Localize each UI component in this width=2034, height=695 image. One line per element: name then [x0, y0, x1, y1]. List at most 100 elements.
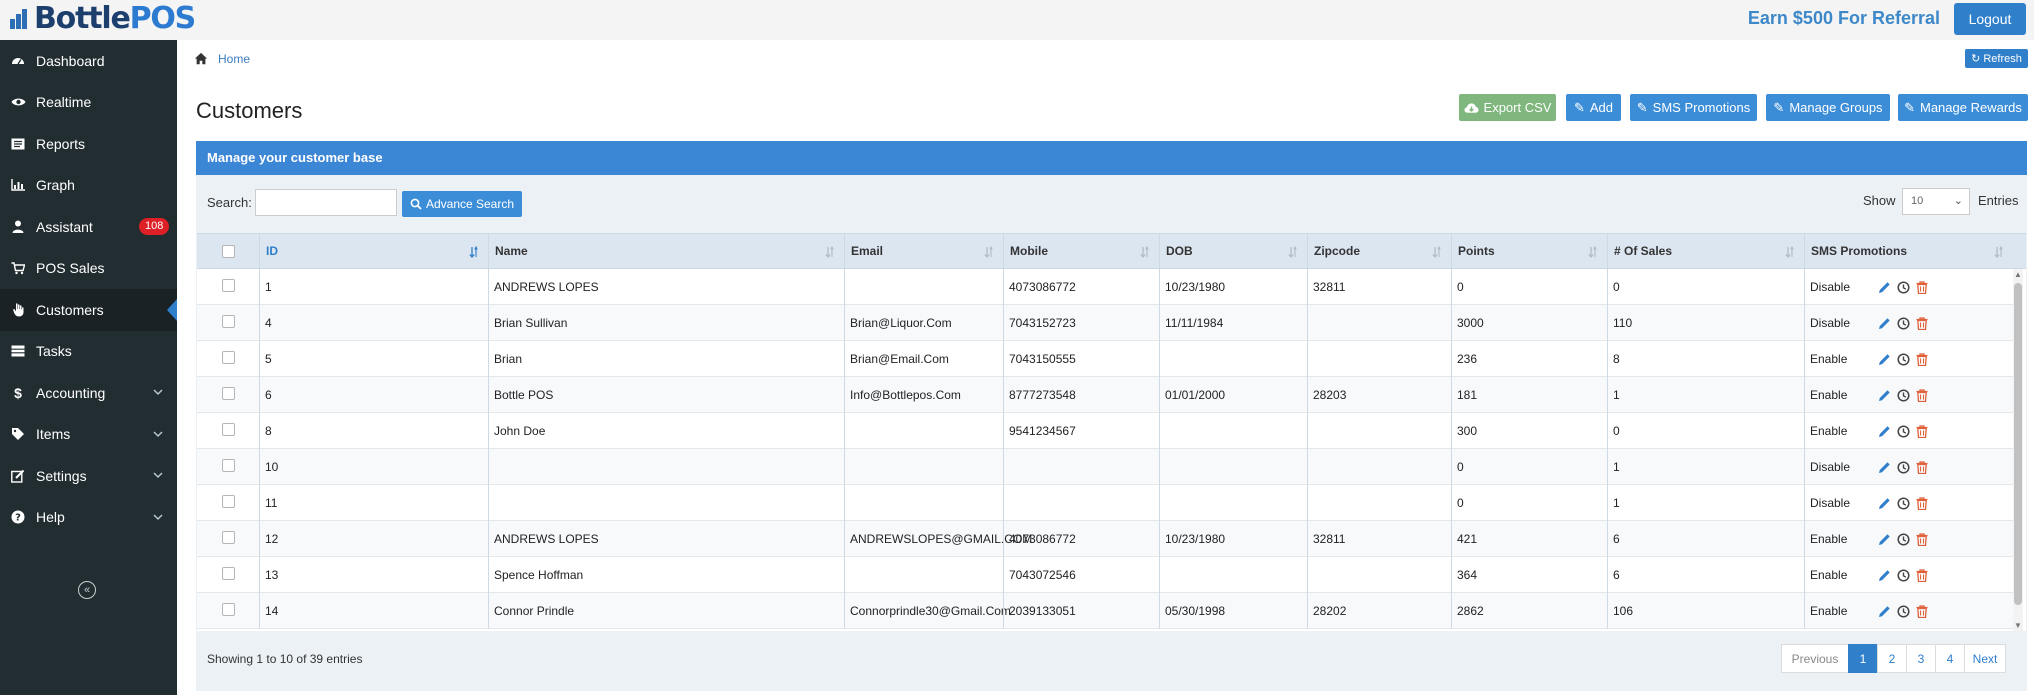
delete-trash-icon[interactable] — [1915, 316, 1929, 330]
table-row[interactable]: 12 ANDREWS LOPES ANDREWSLOPES@GMAIL.COM 407… — [197, 521, 2013, 557]
edit-pencil-icon[interactable] — [1877, 568, 1891, 582]
sidebar-item-pos-sales[interactable]: POS Sales — [0, 248, 177, 290]
column-header-mobile[interactable]: Mobile — [1003, 234, 1159, 269]
page-button-1[interactable]: 1 — [1848, 644, 1878, 673]
select-all-checkbox[interactable] — [222, 245, 235, 258]
delete-trash-icon[interactable] — [1915, 496, 1929, 510]
edit-pencil-icon[interactable] — [1877, 316, 1891, 330]
column-header-id[interactable]: ID — [259, 234, 488, 269]
page-button-2[interactable]: 2 — [1877, 644, 1907, 673]
scroll-thumb[interactable] — [2014, 283, 2022, 605]
referral-link[interactable]: Earn $500 For Referral — [1748, 7, 1940, 29]
table-row[interactable]: 6 Bottle POS Info@Bottlepos.Com 8777273548 0… — [197, 377, 2013, 413]
sidebar-item-accounting[interactable]: $ Accounting — [0, 372, 177, 414]
column-header-sms-promotions[interactable]: SMS Promotions — [1804, 234, 2013, 269]
page-button-4[interactable]: 4 — [1935, 644, 1965, 673]
sms-promotions-button[interactable]: ✎ SMS Promotions — [1630, 94, 1757, 121]
history-clock-icon[interactable] — [1896, 280, 1910, 294]
edit-pencil-icon[interactable] — [1877, 280, 1891, 294]
edit-pencil-icon[interactable] — [1877, 388, 1891, 402]
column-header-points[interactable]: Points — [1451, 234, 1607, 269]
sort-icon[interactable] — [984, 245, 995, 261]
delete-trash-icon[interactable] — [1915, 568, 1929, 582]
add-customer-button[interactable]: ✎ Add — [1566, 94, 1621, 121]
sort-icon[interactable] — [1288, 245, 1299, 261]
edit-pencil-icon[interactable] — [1877, 532, 1891, 546]
table-row[interactable]: 5 Brian Brian@Email.Com 7043150555 236 8 Enabl… — [197, 341, 2013, 377]
scroll-up-icon[interactable]: ▲ — [2014, 270, 2022, 279]
delete-trash-icon[interactable] — [1915, 280, 1929, 294]
delete-trash-icon[interactable] — [1915, 532, 1929, 546]
sidebar-item-reports[interactable]: Reports — [0, 123, 177, 165]
logo[interactable]: BottlePOS — [10, 2, 196, 36]
edit-pencil-icon[interactable] — [1877, 352, 1891, 366]
previous-page-button[interactable]: Previous — [1781, 644, 1849, 673]
sort-icon[interactable] — [1432, 245, 1443, 261]
table-row[interactable]: 8 John Doe 9541234567 300 0 Enable — [197, 413, 2013, 449]
sidebar-item-settings[interactable]: Settings — [0, 455, 177, 497]
collapse-sidebar-icon[interactable]: « — [78, 581, 96, 599]
sidebar-item-realtime[interactable]: Realtime — [0, 82, 177, 124]
scroll-down-icon[interactable]: ▼ — [2014, 621, 2022, 630]
edit-pencil-icon[interactable] — [1877, 424, 1891, 438]
history-clock-icon[interactable] — [1896, 532, 1910, 546]
row-checkbox[interactable] — [222, 315, 235, 328]
table-row[interactable]: 14 Connor Prindle Connorprindle30@Gmail.Co… — [197, 593, 2013, 629]
column-header-email[interactable]: Email — [844, 234, 1003, 269]
sort-icon[interactable] — [1588, 245, 1599, 261]
history-clock-icon[interactable] — [1896, 388, 1910, 402]
sort-icon[interactable] — [1785, 245, 1796, 261]
export-csv-button[interactable]: Export CSV — [1459, 94, 1556, 121]
sidebar-item-assistant[interactable]: Assistant 108 — [0, 206, 177, 248]
column-header-dob[interactable]: DOB — [1159, 234, 1307, 269]
edit-pencil-icon[interactable] — [1877, 604, 1891, 618]
history-clock-icon[interactable] — [1896, 568, 1910, 582]
column-header-sales[interactable]: # Of Sales — [1607, 234, 1804, 269]
sidebar-item-tasks[interactable]: Tasks — [0, 331, 177, 373]
sort-icon[interactable] — [825, 245, 836, 261]
table-row[interactable]: 10 0 1 Disable — [197, 449, 2013, 485]
delete-trash-icon[interactable] — [1915, 352, 1929, 366]
table-row[interactable]: 11 0 1 Disable — [197, 485, 2013, 521]
row-checkbox[interactable] — [222, 387, 235, 400]
sidebar-item-dashboard[interactable]: Dashboard — [0, 40, 177, 82]
sort-icon[interactable] — [1994, 245, 2005, 261]
row-checkbox[interactable] — [222, 423, 235, 436]
sort-icon[interactable] — [1140, 245, 1151, 261]
history-clock-icon[interactable] — [1896, 604, 1910, 618]
history-clock-icon[interactable] — [1896, 316, 1910, 330]
column-header-zipcode[interactable]: Zipcode — [1307, 234, 1451, 269]
table-row[interactable]: 1 ANDREWS LOPES 4073086772 10/23/1980 32811 0… — [197, 269, 2013, 305]
table-row[interactable]: 13 Spence Hoffman 7043072546 364 6 Enable — [197, 557, 2013, 593]
logout-button[interactable]: Logout — [1954, 3, 2026, 35]
next-page-button[interactable]: Next — [1964, 644, 2006, 673]
history-clock-icon[interactable] — [1896, 460, 1910, 474]
edit-pencil-icon[interactable] — [1877, 460, 1891, 474]
edit-pencil-icon[interactable] — [1877, 496, 1891, 510]
row-checkbox[interactable] — [222, 531, 235, 544]
breadcrumb-home[interactable]: Home — [218, 52, 250, 66]
table-row[interactable]: 4 Brian Sullivan Brian@Liquor.Com 704315272… — [197, 305, 2013, 341]
delete-trash-icon[interactable] — [1915, 460, 1929, 474]
refresh-button[interactable]: ↻ Refresh — [1965, 49, 2028, 68]
sort-ascending-icon[interactable] — [469, 245, 480, 261]
page-button-3[interactable]: 3 — [1906, 644, 1936, 673]
sidebar-item-help[interactable]: ? Help — [0, 497, 177, 539]
delete-trash-icon[interactable] — [1915, 424, 1929, 438]
manage-rewards-button[interactable]: ✎ Manage Rewards — [1898, 94, 2028, 121]
search-input[interactable] — [255, 189, 397, 216]
row-checkbox[interactable] — [222, 567, 235, 580]
row-checkbox[interactable] — [222, 603, 235, 616]
sidebar-item-graph[interactable]: Graph — [0, 165, 177, 207]
row-checkbox[interactable] — [222, 351, 235, 364]
manage-groups-button[interactable]: ✎ Manage Groups — [1766, 94, 1890, 121]
row-checkbox[interactable] — [222, 495, 235, 508]
history-clock-icon[interactable] — [1896, 352, 1910, 366]
history-clock-icon[interactable] — [1896, 496, 1910, 510]
page-size-select[interactable]: 10 ⌄ — [1902, 188, 1970, 215]
sidebar-item-customers[interactable]: Customers — [0, 289, 177, 331]
advance-search-button[interactable]: Advance Search — [402, 191, 522, 217]
delete-trash-icon[interactable] — [1915, 604, 1929, 618]
column-header-name[interactable]: Name — [488, 234, 844, 269]
row-checkbox[interactable] — [222, 459, 235, 472]
